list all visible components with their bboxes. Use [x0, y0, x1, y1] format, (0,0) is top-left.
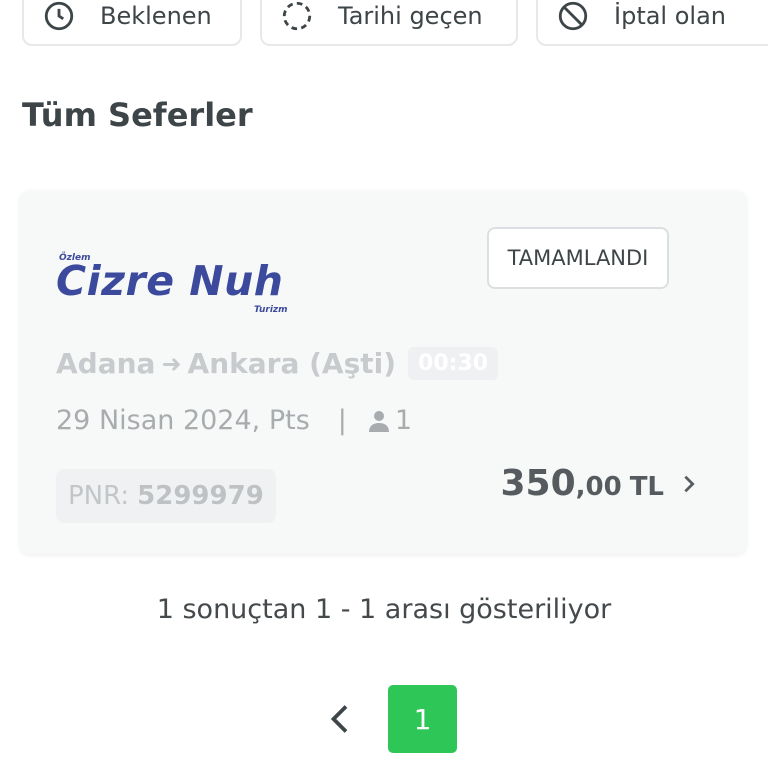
trip-date: 29 Nisan 2024, Pts: [56, 405, 310, 436]
price-decimal: ,00: [575, 472, 622, 502]
trip-meta: 29 Nisan 2024, Pts | 1: [56, 405, 412, 436]
filter-tab-label: Beklenen: [100, 2, 212, 30]
filter-tab-cancelled[interactable]: İptal olan: [536, 0, 768, 46]
status-badge: TAMAMLANDI: [487, 227, 669, 289]
cancel-circle-icon: [558, 1, 588, 31]
filter-tab-label: İptal olan: [614, 2, 726, 30]
price-currency: TL: [629, 472, 664, 502]
filter-tab-expired[interactable]: Tarihi geçen: [260, 0, 518, 46]
clock-icon: [44, 1, 74, 31]
pnr-value: 5299979: [137, 481, 264, 511]
page-button-current[interactable]: 1: [388, 685, 457, 753]
section-title: Tüm Seferler: [22, 96, 253, 134]
results-summary: 1 sonuçtan 1 - 1 arası gösteriliyor: [156, 594, 612, 625]
chevron-right-icon[interactable]: [678, 473, 700, 495]
filter-tabs: Beklenen Tarihi geçen İptal olan: [22, 0, 768, 48]
route: Adana ➜ Ankara (Aşti) 00:30: [56, 347, 499, 380]
price-whole: 350: [500, 463, 576, 504]
operator-logo: Özlem Cizre Nuh Turizm: [56, 251, 306, 321]
logo-main: Cizre Nuh: [56, 257, 284, 305]
pnr-box: PNR: 5299979: [56, 469, 276, 523]
chevron-left-icon[interactable]: [326, 704, 356, 734]
passenger-count: 1: [394, 405, 413, 436]
filter-tab-label: Tarihi geçen: [338, 2, 483, 30]
filter-tab-pending[interactable]: Beklenen: [22, 0, 242, 46]
pnr-label: PNR:: [68, 481, 130, 511]
route-from: Adana: [56, 347, 156, 380]
route-to: Ankara (Aşti): [187, 347, 397, 380]
trip-price[interactable]: 350 ,00 TL: [500, 463, 700, 504]
trip-card[interactable]: Özlem Cizre Nuh Turizm TAMAMLANDI Adana …: [20, 191, 746, 554]
person-icon: [368, 410, 389, 432]
logo-small-bottom: Turizm: [254, 305, 288, 315]
dashed-circle-icon: [282, 1, 312, 31]
arrow-right-icon: ➜: [161, 349, 182, 378]
meta-separator: |: [337, 405, 347, 436]
departure-time: 00:30: [408, 347, 499, 380]
